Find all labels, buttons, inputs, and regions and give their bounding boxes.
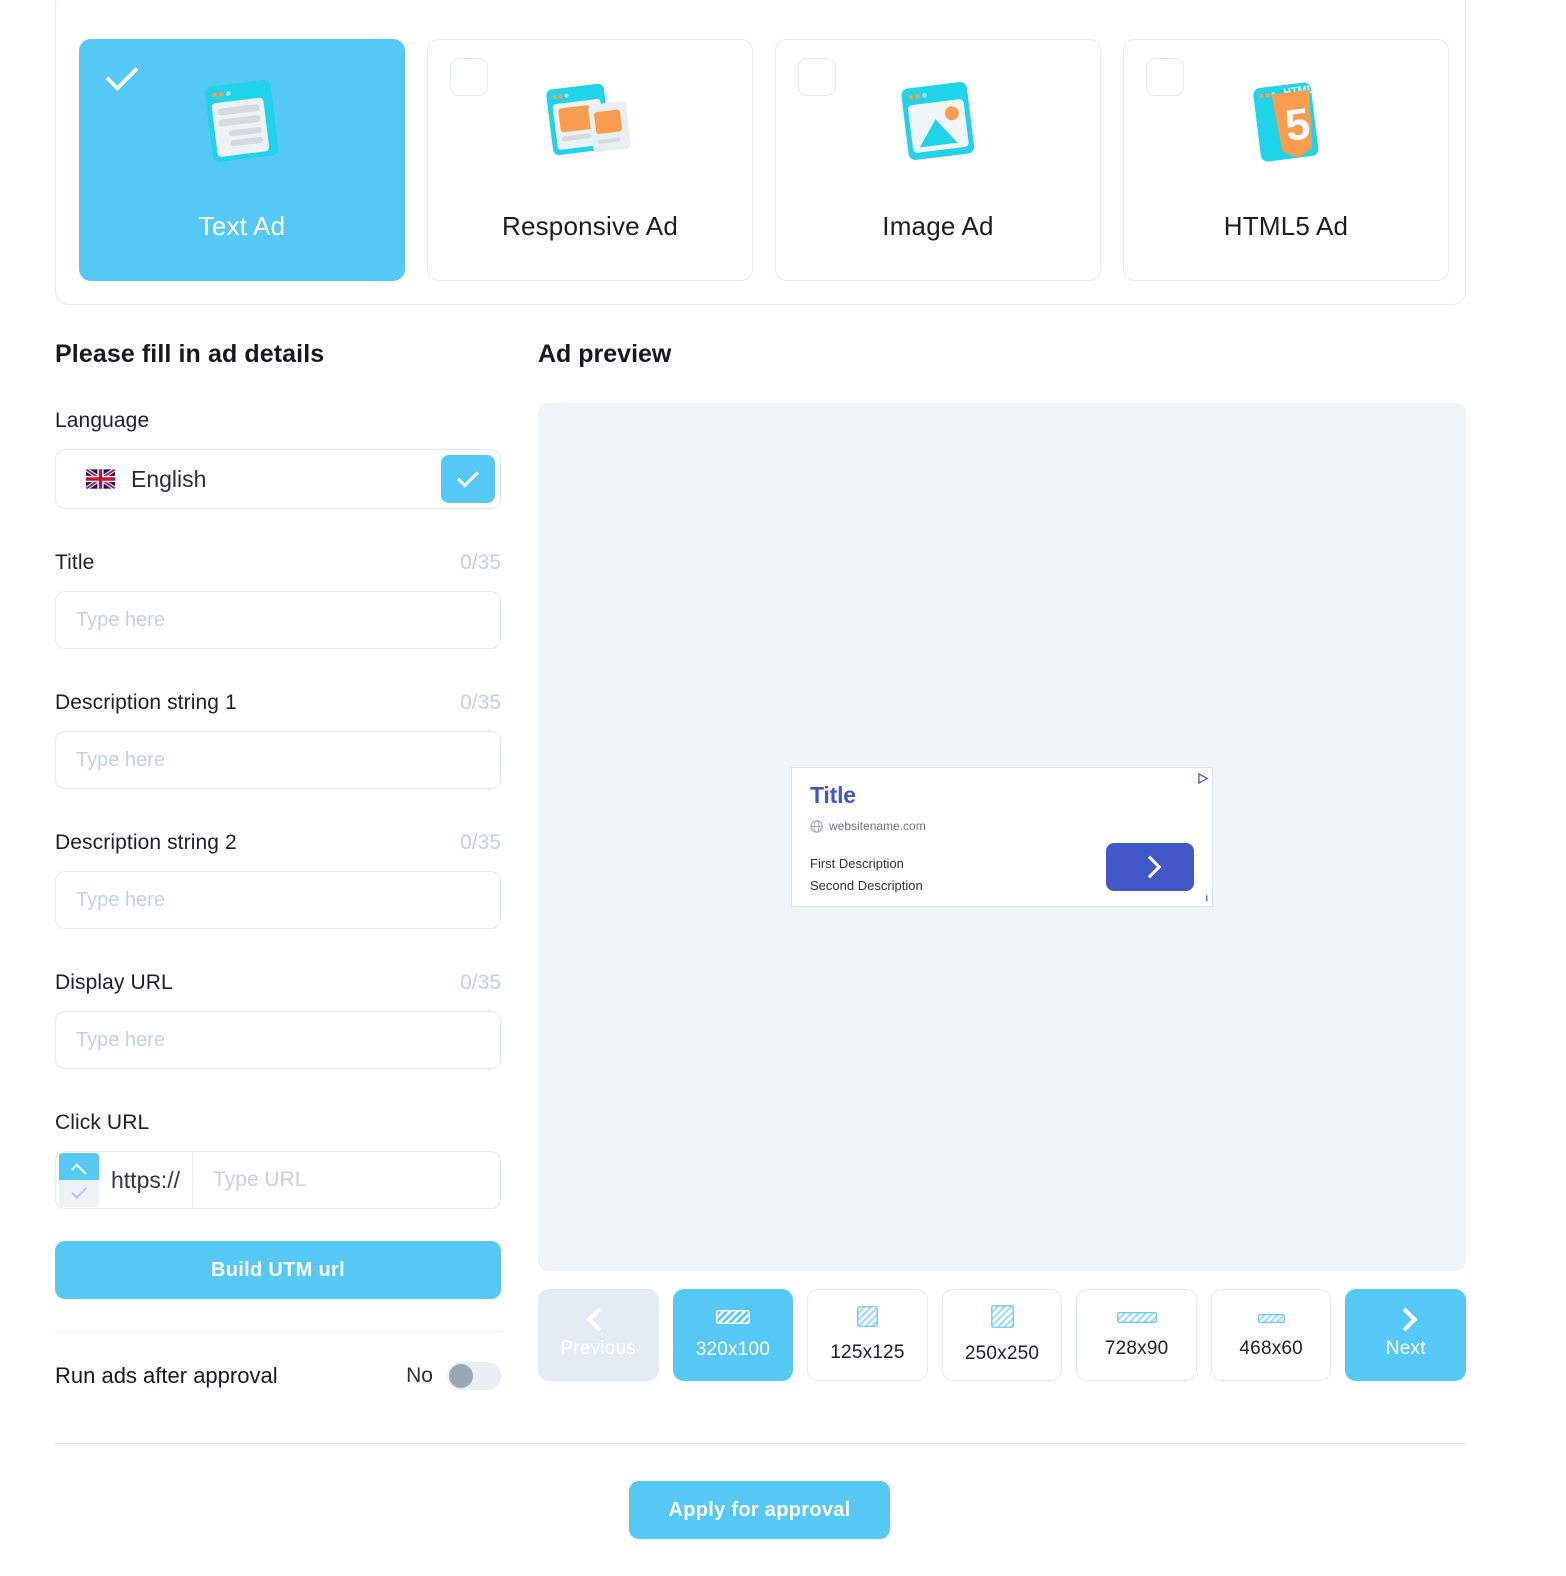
ad-type-card-html5-ad[interactable]: HTML 5 HTML5 Ad <box>1123 39 1449 281</box>
ad-type-card-text-ad[interactable]: Text Ad <box>79 39 405 281</box>
next-label: Next <box>1385 1337 1426 1359</box>
previous-button[interactable]: Previous <box>538 1289 659 1381</box>
display-url-input[interactable] <box>55 1011 501 1069</box>
size-button-320x100[interactable]: 320x100 <box>672 1289 794 1381</box>
previous-label: Previous <box>560 1337 637 1359</box>
ad-builder-page: Text Ad Responsive Ad Image Ad 5 HTML5 A… <box>0 0 1566 1576</box>
ad-type-label: HTML5 Ad <box>1223 211 1349 241</box>
ad-type-label: Text Ad <box>198 211 286 241</box>
chevron-down-icon[interactable] <box>59 1180 99 1207</box>
adchoices-triangle-icon[interactable] <box>1198 771 1209 785</box>
adchoices-info-badge[interactable]: i <box>1205 894 1208 903</box>
language-value: English <box>131 465 207 492</box>
build-utm-url-button[interactable]: Build UTM url <box>55 1241 501 1299</box>
size-button-728x90[interactable]: 728x90 <box>1076 1289 1197 1381</box>
field-description-2: Description string 2 0/35 <box>55 831 501 929</box>
field-click-url: Click URL https:// <box>55 1111 501 1209</box>
field-description-1: Description string 1 0/35 <box>55 691 501 789</box>
click-url-input[interactable] <box>193 1152 500 1208</box>
language-label: Language <box>55 409 150 432</box>
size-button-468x60[interactable]: 468x60 <box>1210 1289 1332 1381</box>
banner-320x100-icon <box>715 1309 750 1329</box>
run-ads-toggle-wrap: No <box>406 1362 501 1390</box>
image-ad-icon <box>888 70 988 175</box>
checkbox-html5-ad[interactable] <box>1146 58 1184 96</box>
click-url-row: https:// <box>55 1151 501 1209</box>
field-display-url: Display URL 0/35 <box>55 971 501 1069</box>
responsive-ad-icon <box>540 70 640 175</box>
banner-468x60-icon <box>1257 1310 1286 1328</box>
banner-728x90-icon <box>1116 1310 1157 1328</box>
run-ads-after-approval-row: Run ads after approval No <box>55 1362 501 1390</box>
ad-banner-preview: Title websitename.com First Description … <box>791 767 1213 907</box>
form-section-title: Please fill in ad details <box>55 340 325 368</box>
next-button[interactable]: Next <box>1345 1289 1467 1381</box>
size-button-125x125[interactable]: 125x125 <box>807 1289 928 1381</box>
scheme-stepper[interactable] <box>59 1153 99 1207</box>
title-input[interactable] <box>55 591 501 649</box>
checkbox-text-ad[interactable] <box>102 58 140 96</box>
banner-cta-button[interactable] <box>1106 843 1194 891</box>
size-label: 728x90 <box>1104 1338 1169 1359</box>
language-select[interactable]: English <box>55 449 501 509</box>
ad-preview-title: Ad preview <box>538 340 672 368</box>
banner-website: websitename.com <box>829 819 926 833</box>
ad-details-form: Please fill in ad details Language Engli… <box>55 340 501 1390</box>
ad-type-card-image-ad[interactable]: Image Ad <box>775 39 1101 281</box>
uk-flag-icon <box>86 469 115 489</box>
chevron-down-icon[interactable] <box>441 455 495 503</box>
ad-type-panel: Text Ad Responsive Ad Image Ad 5 HTML5 A… <box>55 0 1466 305</box>
ad-preview-section: Ad preview Title websitename.com First D… <box>538 340 1467 1381</box>
toggle-state-text: No <box>406 1364 433 1387</box>
description-1-counter: 0/35 <box>460 691 501 714</box>
size-label: 468x60 <box>1239 1338 1303 1359</box>
description-1-input[interactable] <box>55 731 501 789</box>
page-divider <box>55 1443 1466 1444</box>
globe-icon <box>810 819 823 833</box>
ad-preview-stage: Title websitename.com First Description … <box>538 403 1466 1271</box>
ad-type-card-responsive-ad[interactable]: Responsive Ad <box>427 39 753 281</box>
chevron-right-icon <box>1393 1306 1418 1332</box>
run-ads-toggle[interactable] <box>447 1362 501 1390</box>
url-scheme-value: https:// <box>111 1166 181 1193</box>
ad-type-label: Responsive Ad <box>501 211 679 241</box>
chevron-right-icon <box>1138 855 1162 879</box>
size-label: 125x125 <box>830 1342 905 1363</box>
banner-website-row: websitename.com <box>810 819 1194 833</box>
chevron-up-icon[interactable] <box>59 1153 99 1180</box>
text-ad-icon <box>192 70 292 175</box>
apply-for-approval-button[interactable]: Apply for approval <box>629 1481 890 1539</box>
field-title: Title 0/35 <box>55 551 501 649</box>
display-url-label: Display URL <box>55 971 173 994</box>
scheme-selector[interactable]: https:// <box>56 1152 194 1208</box>
run-ads-label: Run ads after approval <box>55 1363 278 1388</box>
form-divider <box>55 1331 501 1332</box>
checkbox-image-ad[interactable] <box>798 58 836 96</box>
banner-125x125-icon <box>857 1306 878 1332</box>
ad-type-label: Image Ad <box>882 211 994 241</box>
toggle-knob <box>449 1364 473 1388</box>
size-label: 320x100 <box>695 1338 771 1360</box>
title-counter: 0/35 <box>460 551 501 574</box>
html5-ad-icon: HTML 5 <box>1236 70 1336 175</box>
ad-type-grid: Text Ad Responsive Ad Image Ad 5 HTML5 A… <box>79 39 1449 281</box>
size-button-250x250[interactable]: 250x250 <box>941 1289 1063 1381</box>
description-2-counter: 0/35 <box>460 831 501 854</box>
description-2-input[interactable] <box>55 871 501 929</box>
size-label: 250x250 <box>964 1343 1040 1364</box>
click-url-label: Click URL <box>55 1111 150 1134</box>
ad-size-selector: Previous 320x100 125x125 250x250 728x90 … <box>538 1289 1467 1381</box>
chevron-left-icon <box>586 1306 611 1332</box>
field-language: Language English <box>55 409 501 509</box>
banner-250x250-icon <box>990 1305 1014 1333</box>
banner-title: Title <box>810 782 856 808</box>
description-1-label: Description string 1 <box>55 691 237 714</box>
checkbox-responsive-ad[interactable] <box>450 58 488 96</box>
display-url-counter: 0/35 <box>460 971 501 994</box>
title-label: Title <box>55 551 95 574</box>
description-2-label: Description string 2 <box>55 831 237 854</box>
